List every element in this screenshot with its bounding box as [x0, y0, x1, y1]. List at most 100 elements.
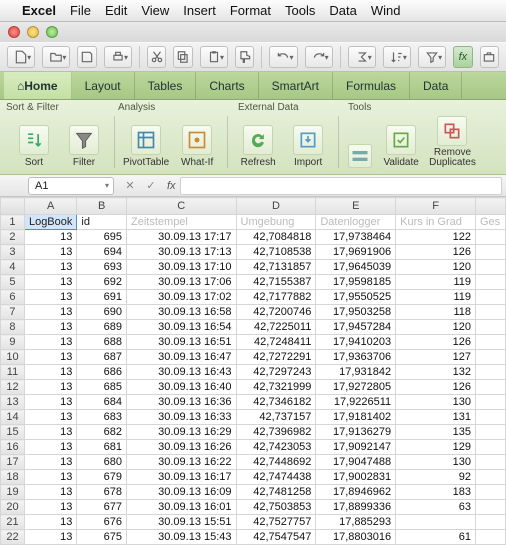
fx-label-icon[interactable]: fx [167, 180, 176, 192]
cell[interactable]: 30.09.13 16:29 [127, 425, 237, 440]
cell[interactable]: 17,8946962 [316, 485, 396, 500]
tab-data[interactable]: Data [410, 72, 462, 99]
cell[interactable]: 17,885293 [316, 515, 396, 530]
cell[interactable]: 13 [24, 485, 76, 500]
cell[interactable]: 13 [24, 275, 76, 290]
row-header[interactable]: 22 [1, 530, 25, 545]
app-name[interactable]: Excel [22, 3, 56, 18]
cell[interactable]: 13 [24, 530, 76, 545]
cell[interactable]: 17,8899336 [316, 500, 396, 515]
cancel-entry-icon[interactable]: ✕ [122, 179, 138, 192]
cell[interactable]: 17,9410203 [316, 335, 396, 350]
close-window-icon[interactable] [8, 26, 20, 38]
cell[interactable]: 30.09.13 16:22 [127, 455, 237, 470]
menu-window[interactable]: Wind [371, 3, 401, 18]
cell[interactable]: 678 [77, 485, 127, 500]
cell[interactable]: 42,7547547 [236, 530, 316, 545]
cell[interactable]: Kurs in Grad [396, 215, 476, 230]
cell[interactable]: 17,9550525 [316, 290, 396, 305]
pivottable-button[interactable]: PivotTable [123, 116, 169, 168]
cell[interactable]: 30.09.13 16:01 [127, 500, 237, 515]
cell[interactable]: 42,7346182 [236, 395, 316, 410]
cell[interactable]: 126 [396, 335, 476, 350]
row-header[interactable]: 13 [1, 395, 25, 410]
cell[interactable] [475, 440, 505, 455]
row-header[interactable]: 17 [1, 455, 25, 470]
row-header[interactable]: 3 [1, 245, 25, 260]
cell[interactable]: 61 [396, 530, 476, 545]
cell[interactable]: 30.09.13 17:13 [127, 245, 237, 260]
cell[interactable]: 13 [24, 500, 76, 515]
cell[interactable]: Datenlogger [316, 215, 396, 230]
cell[interactable]: 13 [24, 245, 76, 260]
cell[interactable]: 42,7297243 [236, 365, 316, 380]
tab-layout[interactable]: Layout [72, 72, 135, 99]
tab-tables[interactable]: Tables [135, 72, 197, 99]
cell[interactable]: 689 [77, 320, 127, 335]
remove-duplicates-button[interactable]: Remove Duplicates [429, 116, 476, 168]
cell[interactable] [475, 245, 505, 260]
row-header[interactable]: 5 [1, 275, 25, 290]
menu-data[interactable]: Data [329, 3, 356, 18]
cell[interactable]: 30.09.13 16:47 [127, 350, 237, 365]
cell[interactable]: 684 [77, 395, 127, 410]
cell[interactable]: 42,7272291 [236, 350, 316, 365]
cell[interactable]: 17,9363706 [316, 350, 396, 365]
row-header[interactable]: 12 [1, 380, 25, 395]
cell[interactable]: 119 [396, 275, 476, 290]
menu-view[interactable]: View [141, 3, 169, 18]
cell[interactable]: 183 [396, 485, 476, 500]
cell[interactable]: 42,7321999 [236, 380, 316, 395]
cell[interactable]: 690 [77, 305, 127, 320]
cell[interactable] [475, 320, 505, 335]
cell[interactable]: Ges [475, 215, 505, 230]
minimize-window-icon[interactable] [27, 26, 39, 38]
cell[interactable]: 131 [396, 410, 476, 425]
row-header[interactable]: 10 [1, 350, 25, 365]
print-button[interactable] [104, 46, 132, 68]
menu-file[interactable]: File [70, 3, 91, 18]
cell[interactable]: 693 [77, 260, 127, 275]
refresh-button[interactable]: Refresh [236, 116, 280, 168]
copy-button[interactable] [173, 46, 192, 68]
cell[interactable]: 675 [77, 530, 127, 545]
cell[interactable]: 42,7474438 [236, 470, 316, 485]
cell[interactable]: 119 [396, 290, 476, 305]
fx-toggle-button[interactable]: fx [453, 46, 472, 68]
row-header[interactable]: 20 [1, 500, 25, 515]
cell[interactable] [475, 425, 505, 440]
cell[interactable] [475, 260, 505, 275]
cell[interactable]: 17,9691906 [316, 245, 396, 260]
cell[interactable]: 17,9738464 [316, 230, 396, 245]
cell[interactable]: 13 [24, 470, 76, 485]
cell[interactable]: LogBook [24, 215, 76, 230]
cell[interactable]: 677 [77, 500, 127, 515]
cell[interactable] [475, 410, 505, 425]
cell[interactable]: 30.09.13 16:09 [127, 485, 237, 500]
cell[interactable]: 42,7503853 [236, 500, 316, 515]
cell[interactable]: 17,8803016 [316, 530, 396, 545]
row-header[interactable]: 6 [1, 290, 25, 305]
tab-home[interactable]: Home [4, 72, 72, 99]
spreadsheet-grid[interactable]: A B C D E F 1LogBookidZeitstempelUmgebun… [0, 197, 506, 545]
col-header-F[interactable]: F [396, 198, 476, 215]
cell[interactable] [475, 305, 505, 320]
cell[interactable] [475, 350, 505, 365]
cell[interactable]: 13 [24, 380, 76, 395]
cell[interactable]: 120 [396, 320, 476, 335]
cell[interactable]: 127 [396, 350, 476, 365]
col-header-D[interactable]: D [236, 198, 316, 215]
group-button[interactable] [347, 116, 373, 168]
cell[interactable] [475, 485, 505, 500]
cell[interactable]: 691 [77, 290, 127, 305]
cell[interactable]: 687 [77, 350, 127, 365]
cell[interactable]: 30.09.13 17:10 [127, 260, 237, 275]
cell[interactable]: 30.09.13 16:51 [127, 335, 237, 350]
row-header[interactable]: 11 [1, 365, 25, 380]
cell[interactable]: 13 [24, 425, 76, 440]
toolbox-button[interactable] [480, 46, 499, 68]
cell[interactable]: 13 [24, 410, 76, 425]
row-header[interactable]: 14 [1, 410, 25, 425]
menu-format[interactable]: Format [230, 3, 271, 18]
cell[interactable]: 30.09.13 16:33 [127, 410, 237, 425]
